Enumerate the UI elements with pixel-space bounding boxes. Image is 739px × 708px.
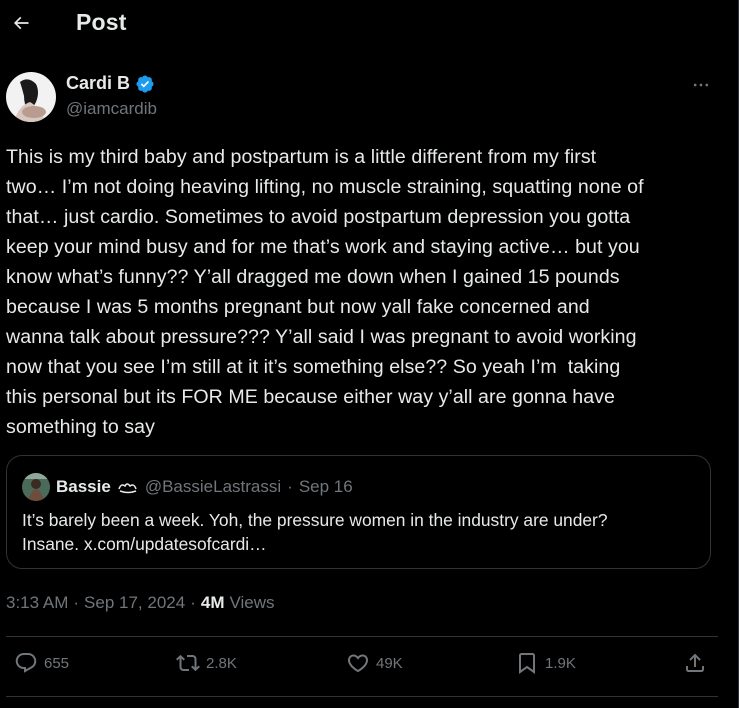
quoted-author-handle: @BassieLastrassi — [144, 477, 282, 496]
reply-button[interactable]: 655 — [14, 651, 69, 675]
repost-icon — [176, 654, 200, 672]
quoted-post-header: Bassie @BassieLastrassi · Sep 16 — [22, 473, 353, 501]
author-handle[interactable]: @iamcardib — [66, 99, 157, 119]
quoted-post-date: Sep 16 — [298, 477, 353, 496]
arrow-left-icon — [13, 16, 29, 30]
quoted-post-text: It’s barely been a week. Yoh, the pressu… — [22, 510, 608, 554]
affiliate-badge-icon — [118, 483, 137, 494]
bookmark-icon — [519, 653, 535, 674]
divider — [6, 696, 718, 697]
heart-icon — [347, 654, 369, 673]
reply-count: 655 — [44, 654, 70, 672]
author-avatar[interactable] — [6, 72, 56, 122]
repost-button[interactable]: 2.8K — [176, 651, 237, 675]
reply-icon — [15, 653, 37, 673]
share-button[interactable] — [683, 651, 707, 675]
page-title: Post — [76, 9, 127, 35]
post-date[interactable]: Sep 17, 2024 — [84, 593, 185, 613]
separator-dot: · — [73, 593, 80, 612]
tweet-text: This is my third baby and postpartum is … — [6, 146, 644, 438]
quoted-author-avatar — [22, 473, 50, 501]
author-name[interactable]: Cardi B — [66, 73, 130, 94]
author-name-row: Cardi B — [66, 73, 155, 94]
quoted-post[interactable]: Bassie @BassieLastrassi · Sep 16 It’s ba… — [6, 455, 711, 569]
repost-count: 2.8K — [206, 654, 237, 672]
more-options-button[interactable] — [688, 72, 714, 98]
separator-dot: · — [287, 477, 293, 496]
post-meta: 3:13 AM · Sep 17, 2024 · 4M Views — [6, 593, 275, 613]
quoted-author-name: Bassie — [56, 477, 111, 496]
share-icon — [686, 653, 704, 672]
post-header: Post — [0, 0, 738, 50]
separator-dot: · — [190, 593, 196, 612]
like-button[interactable]: 49K — [346, 651, 403, 675]
bookmark-count: 1.9K — [545, 654, 576, 672]
post-time[interactable]: 3:13 AM — [6, 593, 68, 613]
more-horizontal-icon — [693, 83, 709, 87]
views-label: Views — [229, 593, 275, 612]
divider — [6, 636, 718, 637]
back-button[interactable] — [4, 6, 38, 40]
verified-badge-icon — [136, 74, 154, 93]
views-count[interactable]: 4M — [201, 593, 225, 613]
bookmark-button[interactable]: 1.9K — [515, 651, 576, 675]
like-count: 49K — [376, 654, 403, 672]
